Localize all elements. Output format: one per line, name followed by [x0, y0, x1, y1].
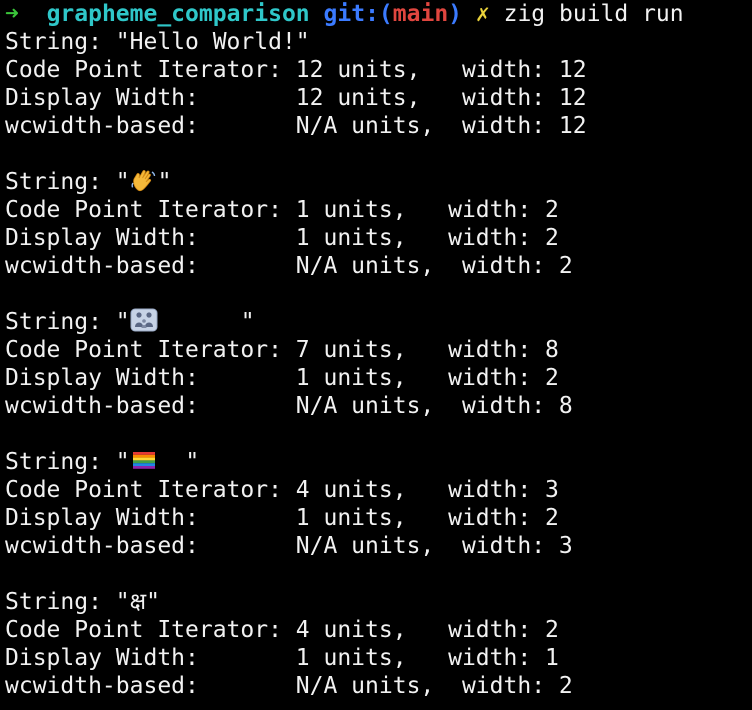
family-icon: [130, 308, 158, 332]
string-prefix: String: ": [5, 169, 130, 195]
string-prefix: String: ": [5, 449, 130, 475]
terminal-window[interactable]: ➜ grapheme_comparison git:(main) ✗ zig b…: [0, 0, 752, 710]
string-suffix: ": [157, 169, 172, 195]
code-point-row: Code Point Iterator: 1 units, width: 2: [5, 197, 559, 223]
display-width-row: Display Width: 12 units, width: 12: [5, 85, 587, 111]
string-line: String: " ": [5, 308, 752, 336]
git-suffix: ): [448, 1, 463, 27]
wcwidth-row: wcwidth-based: N/A units, width: 2: [5, 673, 573, 699]
output-block: String: "क्ष" Code Point Iterator: 4 uni…: [5, 588, 752, 700]
string-line: String: " ": [5, 168, 752, 196]
string-line: String: "क्ष": [5, 589, 160, 615]
string-prefix: String: ": [5, 309, 130, 335]
command-text: zig build run: [503, 1, 684, 27]
code-point-row: Code Point Iterator: 7 units, width: 8: [5, 337, 559, 363]
output-block: String: " " Code Point Iterator: 7 units…: [5, 308, 752, 420]
shell-prompt: ➜ grapheme_comparison git:(main) ✗ zig b…: [5, 0, 752, 28]
display-width-row: Display Width: 1 units, width: 2: [5, 225, 559, 251]
wcwidth-row: wcwidth-based: N/A units, width: 2: [5, 253, 573, 279]
wcwidth-row: wcwidth-based: N/A units, width: 8: [5, 393, 573, 419]
code-point-row: Code Point Iterator: 12 units, width: 12: [5, 57, 587, 83]
prompt-arrow-icon: ➜: [5, 1, 19, 27]
current-directory: grapheme_comparison: [46, 1, 310, 27]
string-suffix: ": [157, 309, 255, 335]
wcwidth-row: wcwidth-based: N/A units, width: 12: [5, 113, 587, 139]
output-block: String: " " Code Point Iterator: 1 units…: [5, 168, 752, 280]
rainbow-flag-icon: [130, 448, 158, 472]
display-width-row: Display Width: 1 units, width: 2: [5, 505, 559, 531]
waving-hand-icon: [130, 168, 158, 192]
code-point-row: Code Point Iterator: 4 units, width: 2: [5, 617, 559, 643]
output-block: String: " " Code Point Iterator: 4 units…: [5, 448, 752, 560]
string-line: String: "Hello World!": [5, 29, 310, 55]
wcwidth-row: wcwidth-based: N/A units, width: 3: [5, 533, 573, 559]
code-point-row: Code Point Iterator: 4 units, width: 3: [5, 477, 559, 503]
git-prefix: git:(: [323, 1, 393, 27]
git-branch: main: [392, 1, 449, 27]
display-width-row: Display Width: 1 units, width: 1: [5, 645, 559, 671]
display-width-row: Display Width: 1 units, width: 2: [5, 365, 559, 391]
output-block: String: "Hello World!" Code Point Iterat…: [5, 28, 752, 140]
string-suffix: ": [157, 449, 200, 475]
string-line: String: " ": [5, 448, 752, 476]
dirty-mark-icon: ✗: [475, 1, 490, 27]
